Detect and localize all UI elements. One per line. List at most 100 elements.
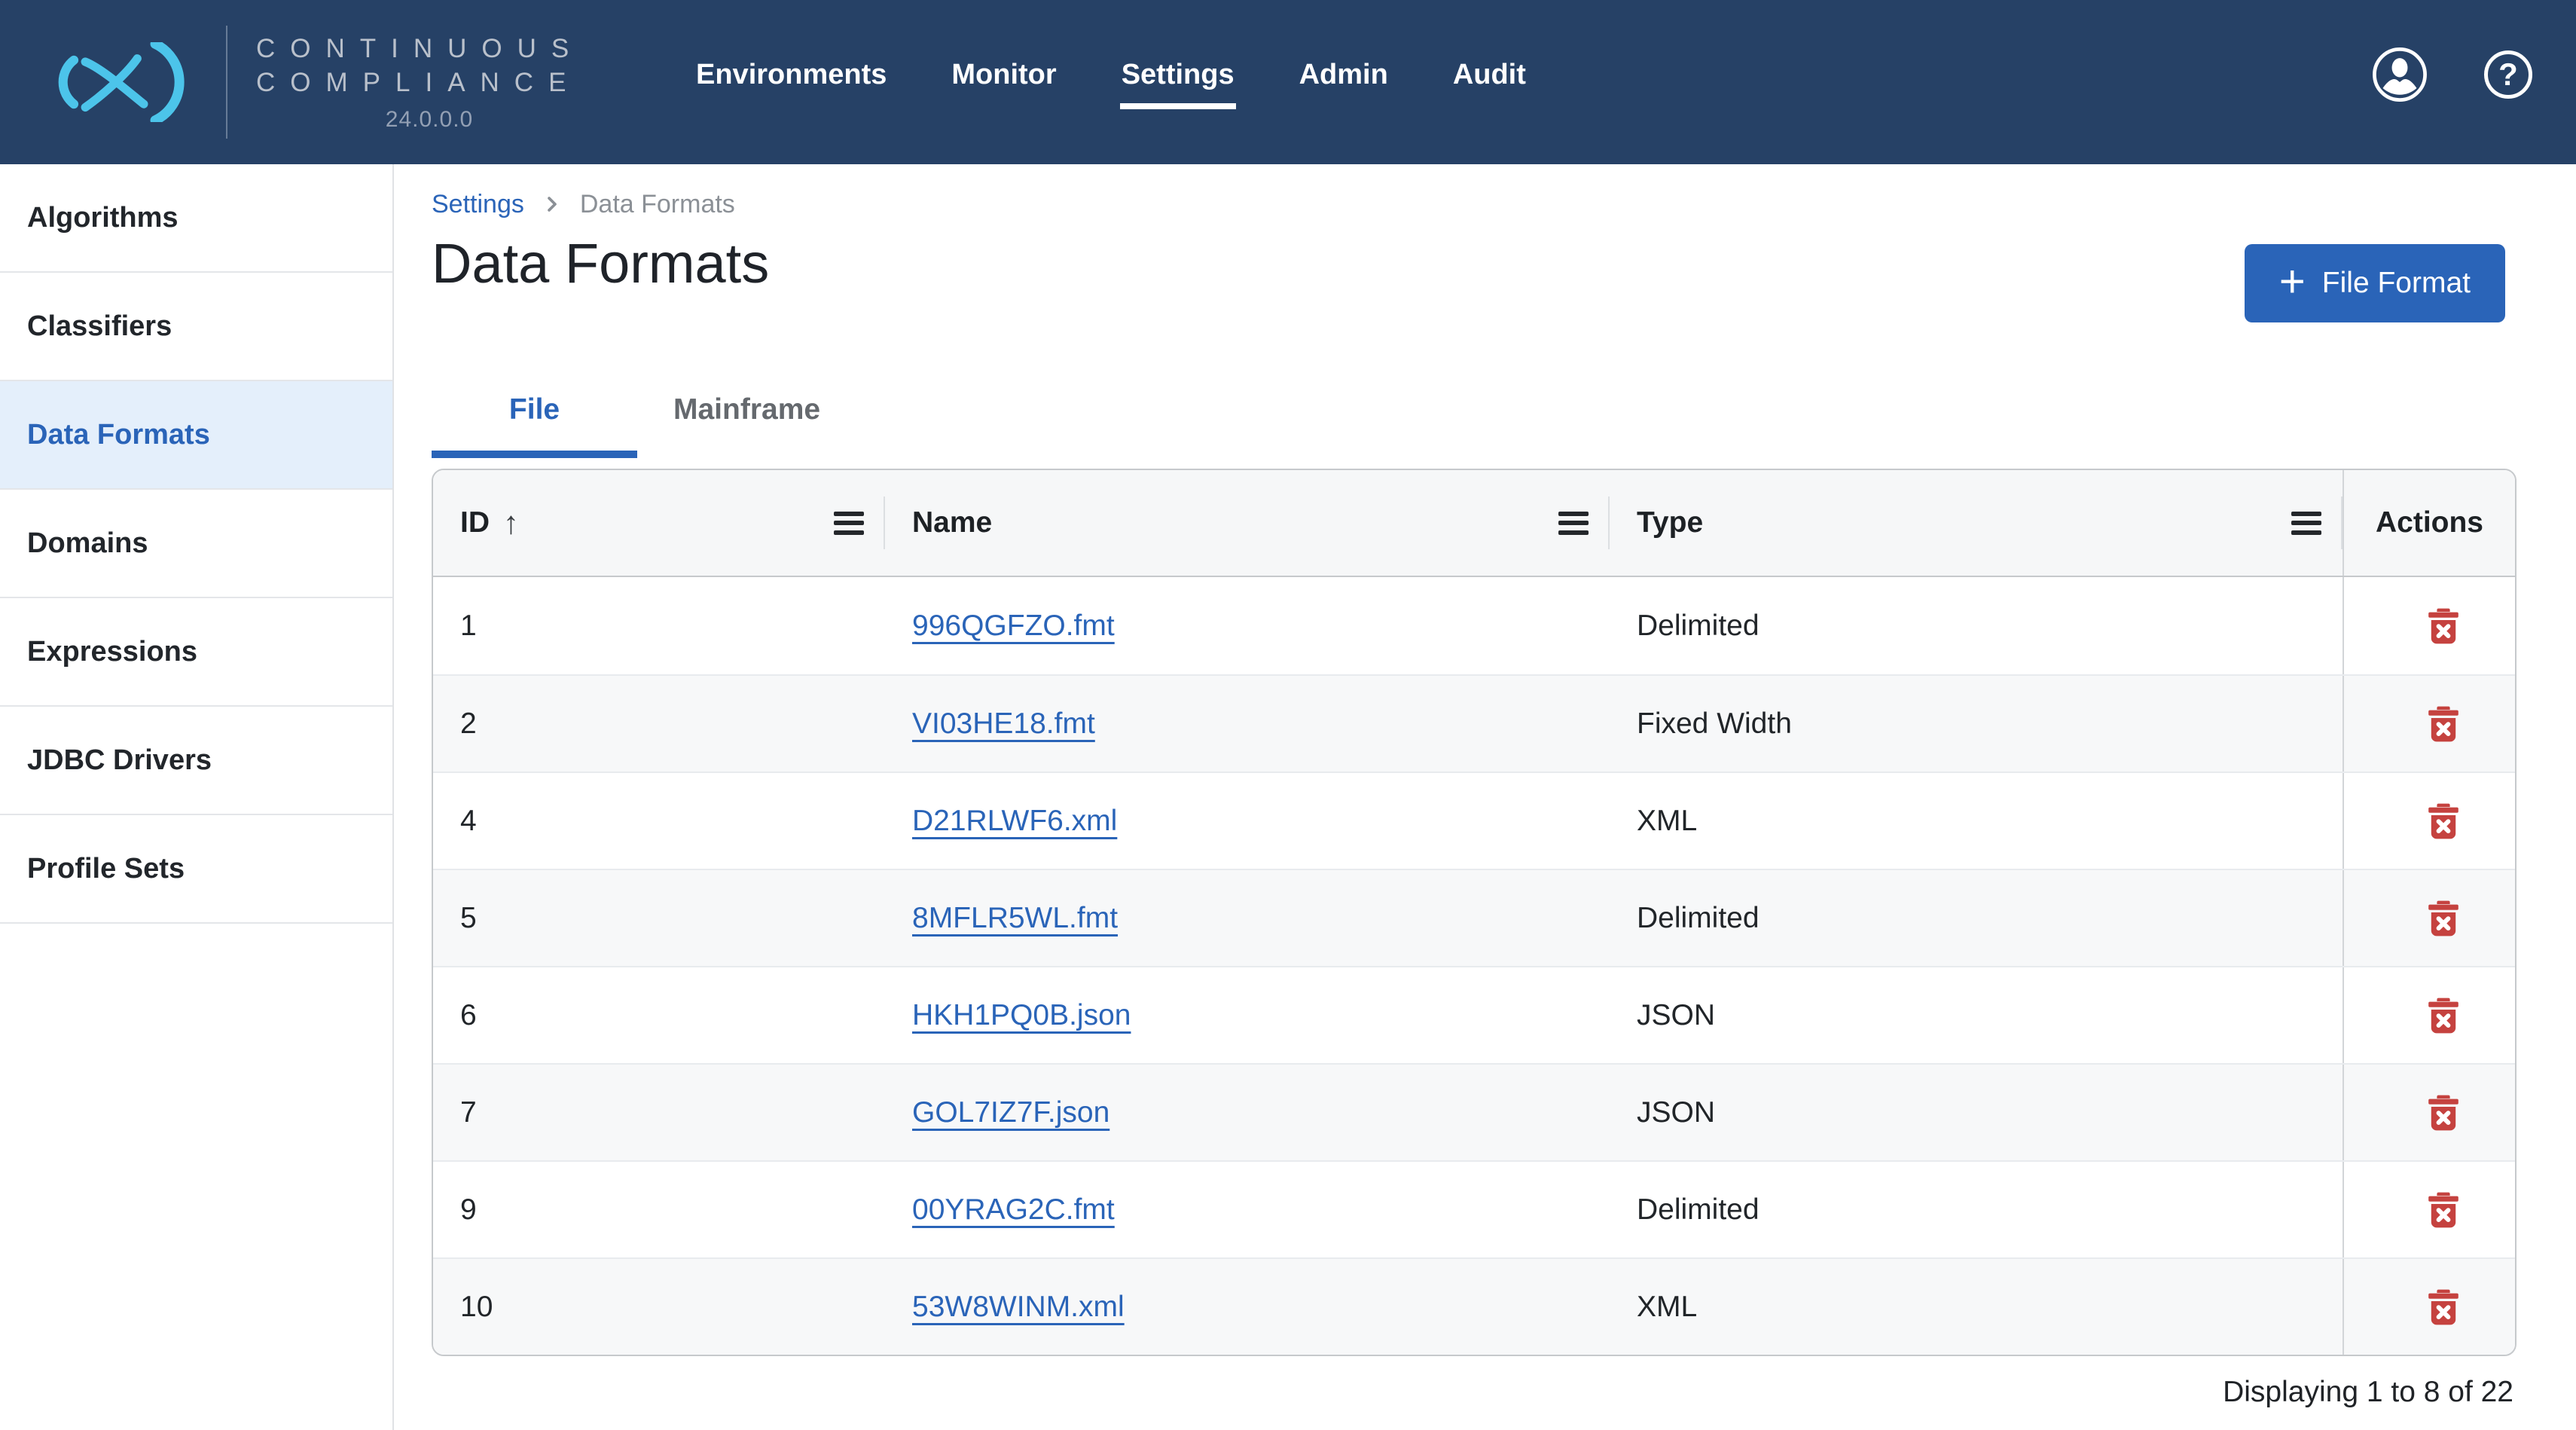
- trash-icon: [2426, 802, 2461, 840]
- trash-icon: [2426, 607, 2461, 645]
- cell-type: Fixed Width: [1610, 676, 2343, 772]
- app-version: 24.0.0.0: [256, 107, 603, 133]
- tab-mainframe[interactable]: Mainframe: [637, 393, 856, 458]
- sidebar-item-classifiers[interactable]: Classifiers: [0, 273, 392, 381]
- table-row: 7 GOL7IZ7F.json JSON: [433, 1063, 2515, 1160]
- trash-icon: [2426, 1094, 2461, 1132]
- cell-actions: [2343, 577, 2515, 674]
- trash-icon: [2426, 1191, 2461, 1229]
- sidebar-item-profile-sets[interactable]: Profile Sets: [0, 815, 392, 924]
- breadcrumb: Settings Data Formats: [432, 187, 2516, 222]
- sidebar-item-expressions[interactable]: Expressions: [0, 598, 392, 707]
- cell-type: JSON: [1610, 967, 2343, 1063]
- nav-label: Monitor: [951, 59, 1056, 90]
- topnav-admin[interactable]: Admin: [1299, 58, 1388, 91]
- format-tabs: File Mainframe: [432, 393, 2516, 458]
- format-name-link[interactable]: VI03HE18.fmt: [912, 707, 1095, 741]
- sort-ascending-icon: ↑: [503, 505, 519, 541]
- cell-type: XML: [1610, 1259, 2343, 1355]
- format-name-link[interactable]: 8MFLR5WL.fmt: [912, 902, 1118, 935]
- column-header-name[interactable]: Name: [885, 470, 1610, 576]
- help-circle-icon: ?: [2484, 50, 2532, 99]
- delete-button[interactable]: [2422, 895, 2465, 942]
- cell-id: 6: [433, 967, 885, 1063]
- cell-actions: [2343, 1162, 2515, 1257]
- cell-type: Delimited: [1610, 870, 2343, 966]
- delete-button[interactable]: [2422, 798, 2465, 845]
- add-file-format-button[interactable]: + File Format: [2245, 244, 2505, 322]
- column-menu-icon[interactable]: [1558, 512, 1589, 535]
- cell-actions: [2343, 967, 2515, 1063]
- topnav-settings[interactable]: Settings: [1122, 58, 1235, 91]
- cell-type: XML: [1610, 773, 2343, 869]
- table-row: 5 8MFLR5WL.fmt Delimited: [433, 869, 2515, 966]
- sidebar-item-domains[interactable]: Domains: [0, 490, 392, 598]
- cell-name: 8MFLR5WL.fmt: [885, 870, 1610, 966]
- cell-actions: [2343, 1259, 2515, 1355]
- nav-label: Settings: [1122, 59, 1235, 90]
- column-header-type[interactable]: Type: [1610, 470, 2343, 576]
- delete-button[interactable]: [2422, 1187, 2465, 1233]
- column-header-id[interactable]: ID ↑: [433, 470, 885, 576]
- format-name-link[interactable]: 996QGFZO.fmt: [912, 610, 1115, 643]
- trash-icon: [2426, 1288, 2461, 1326]
- help-button[interactable]: ?: [2484, 50, 2532, 99]
- cell-actions: [2343, 870, 2515, 966]
- account-button[interactable]: [2371, 46, 2428, 103]
- nav-label: Admin: [1299, 59, 1388, 90]
- table-body: 1 996QGFZO.fmt Delimited 2 VI03HE18.fmt …: [433, 577, 2515, 1355]
- app-logo: [53, 42, 196, 122]
- cell-name: D21RLWF6.xml: [885, 773, 1610, 869]
- format-name-link[interactable]: 53W8WINM.xml: [912, 1291, 1125, 1324]
- account-circle-icon: [2371, 46, 2428, 103]
- top-navigation: Environments Monitor Settings Admin Audi…: [696, 58, 1526, 91]
- sidebar-item-data-formats[interactable]: Data Formats: [0, 381, 392, 490]
- pagination-status: Displaying 1 to 8 of 22: [432, 1376, 2516, 1409]
- cell-name: 00YRAG2C.fmt: [885, 1162, 1610, 1257]
- page-title: Data Formats: [432, 228, 2516, 300]
- table-row: 6 HKH1PQ0B.json JSON: [433, 966, 2515, 1063]
- page-layout: Algorithms Classifiers Data Formats Doma…: [0, 164, 2576, 1430]
- delete-button[interactable]: [2422, 603, 2465, 649]
- top-bar: CONTINUOUS COMPLIANCE 24.0.0.0 Environme…: [0, 0, 2576, 164]
- cell-name: 53W8WINM.xml: [885, 1259, 1610, 1355]
- delete-button[interactable]: [2422, 992, 2465, 1039]
- main-area: Settings Data Formats Data Formats + Fil…: [394, 164, 2576, 1430]
- cell-name: HKH1PQ0B.json: [885, 967, 1610, 1063]
- format-name-link[interactable]: HKH1PQ0B.json: [912, 999, 1131, 1032]
- cell-actions: [2343, 773, 2515, 869]
- breadcrumb-settings-link[interactable]: Settings: [432, 190, 524, 219]
- delete-button[interactable]: [2422, 701, 2465, 747]
- nav-label: Environments: [696, 59, 887, 90]
- nav-label: Audit: [1453, 59, 1526, 90]
- sidebar-item-label: Profile Sets: [27, 853, 185, 885]
- add-file-format-label: File Format: [2322, 267, 2471, 300]
- trash-icon: [2426, 997, 2461, 1034]
- table-row: 9 00YRAG2C.fmt Delimited: [433, 1160, 2515, 1257]
- breadcrumb-current: Data Formats: [580, 190, 735, 219]
- top-icons: ?: [2371, 46, 2532, 103]
- topnav-monitor[interactable]: Monitor: [951, 58, 1056, 91]
- sidebar-item-label: Algorithms: [27, 202, 179, 234]
- cell-type: JSON: [1610, 1065, 2343, 1160]
- brand-divider: [226, 26, 227, 139]
- delete-button[interactable]: [2422, 1284, 2465, 1331]
- format-name-link[interactable]: 00YRAG2C.fmt: [912, 1193, 1115, 1227]
- delete-button[interactable]: [2422, 1089, 2465, 1136]
- column-menu-icon[interactable]: [2291, 512, 2321, 535]
- sidebar-item-jdbc-drivers[interactable]: JDBC Drivers: [0, 707, 392, 815]
- cell-id: 1: [433, 577, 885, 674]
- sidebar-item-algorithms[interactable]: Algorithms: [0, 164, 392, 273]
- cell-id: 4: [433, 773, 885, 869]
- help-glyph: ?: [2498, 57, 2518, 93]
- topnav-audit[interactable]: Audit: [1453, 58, 1526, 91]
- cell-type: Delimited: [1610, 577, 2343, 674]
- tab-file[interactable]: File: [432, 393, 637, 458]
- format-name-link[interactable]: D21RLWF6.xml: [912, 805, 1117, 838]
- column-menu-icon[interactable]: [834, 512, 864, 535]
- table-header: ID ↑ Name: [433, 470, 2515, 577]
- sidebar-item-label: Expressions: [27, 636, 197, 668]
- sidebar-item-label: Data Formats: [27, 419, 210, 451]
- format-name-link[interactable]: GOL7IZ7F.json: [912, 1096, 1109, 1129]
- topnav-environments[interactable]: Environments: [696, 58, 887, 91]
